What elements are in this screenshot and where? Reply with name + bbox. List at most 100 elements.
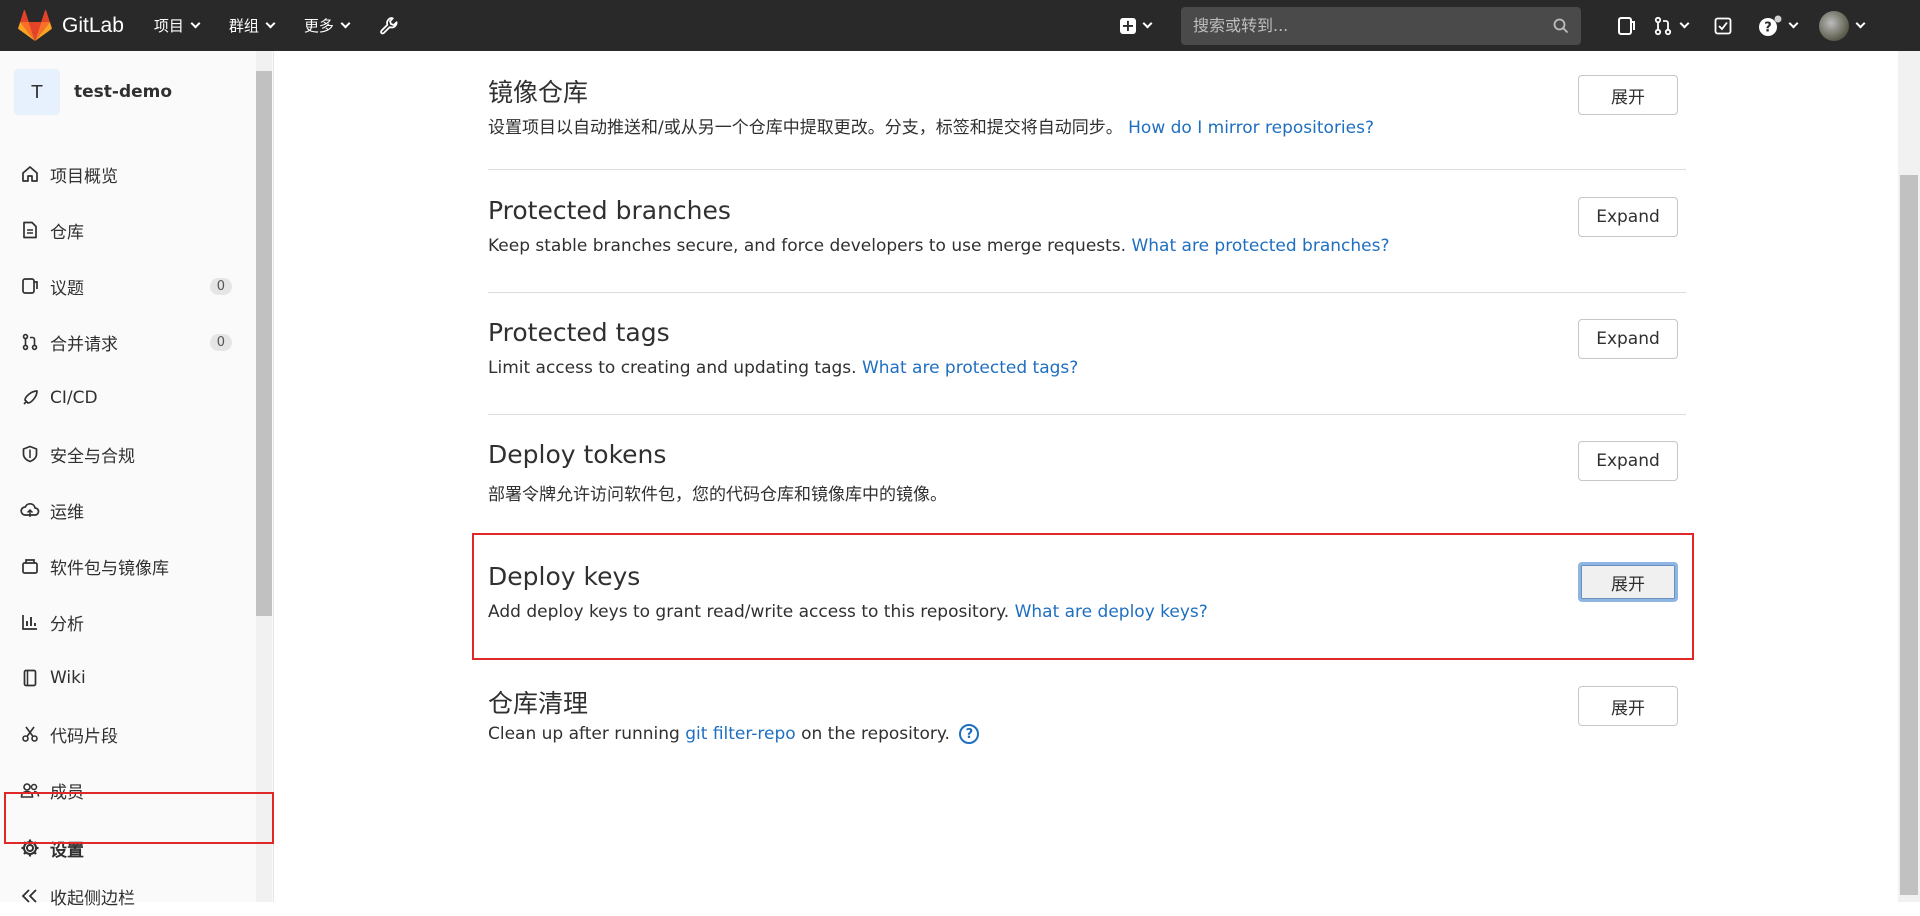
collapse-sidebar-button[interactable]: 收起侧边栏 xyxy=(0,876,254,916)
merge-requests-nav-icon[interactable] xyxy=(1653,16,1690,36)
search-input[interactable] xyxy=(1193,16,1553,35)
chevron-down-icon xyxy=(1788,18,1799,29)
sidebar-item-security[interactable]: 安全与合规 xyxy=(0,434,254,474)
sidebar-item-cicd[interactable]: CI/CD xyxy=(0,378,254,418)
sidebar-scrollbar-thumb[interactable] xyxy=(256,71,272,616)
chevron-down-icon xyxy=(265,18,276,29)
help-icon: ? xyxy=(1759,15,1782,36)
sidebar-item-label: Wiki xyxy=(50,668,86,688)
section-deploy-keys: Deploy keys Add deploy keys to grant rea… xyxy=(488,562,1686,659)
issues-nav-icon[interactable] xyxy=(1617,16,1635,36)
project-avatar: T xyxy=(14,69,60,115)
users-icon xyxy=(20,781,40,799)
sidebar-item-wiki[interactable]: Wiki xyxy=(0,658,254,698)
project-sidebar: T test-demo 项目概览 仓库 议题 0 合并请求 0 CI/CD 安全… xyxy=(0,51,274,909)
merge-request-icon xyxy=(20,333,40,351)
section-description: Add deploy keys to grant read/write acce… xyxy=(488,602,1208,622)
expand-button[interactable]: 展开 xyxy=(1578,686,1678,726)
issues-count-badge: 0 xyxy=(209,277,232,295)
sidebar-item-overview[interactable]: 项目概览 xyxy=(0,154,254,194)
sidebar-item-label: 项目概览 xyxy=(50,166,118,187)
avatar xyxy=(1819,10,1849,41)
section-title: Deploy keys xyxy=(488,562,641,591)
sidebar-item-label: CI/CD xyxy=(50,388,98,408)
expand-button[interactable]: 展开 xyxy=(1578,562,1678,602)
section-description-text: Keep stable branches secure, and force d… xyxy=(488,236,1132,256)
cloud-icon xyxy=(20,501,40,519)
sidebar-item-packages[interactable]: 软件包与镜像库 xyxy=(0,546,254,586)
section-description-text-after: on the repository. xyxy=(795,724,950,744)
menu-more-label: 更多 xyxy=(303,17,334,35)
sidebar-item-repository[interactable]: 仓库 xyxy=(0,210,254,250)
sidebar-item-label: 成员 xyxy=(50,782,84,803)
file-icon xyxy=(20,221,40,239)
section-title: 仓库清理 xyxy=(488,689,589,718)
sidebar-item-members[interactable]: 成员 xyxy=(0,770,254,810)
expand-button[interactable]: Expand xyxy=(1578,197,1678,237)
sidebar-item-label: 仓库 xyxy=(50,222,84,243)
sidebar-item-label: 议题 xyxy=(50,278,84,299)
scissors-icon xyxy=(20,725,40,743)
section-help-link[interactable]: How do I mirror repositories? xyxy=(1128,118,1374,138)
menu-projects[interactable]: 项目 xyxy=(154,15,201,36)
expand-button[interactable]: 展开 xyxy=(1578,75,1678,115)
menu-groups[interactable]: 群组 xyxy=(228,15,276,36)
section-description-text: Add deploy keys to grant read/write acce… xyxy=(488,602,1015,622)
project-header[interactable]: T test-demo xyxy=(0,51,273,119)
search-icon xyxy=(1553,18,1569,33)
section-help-link[interactable]: What are deploy keys? xyxy=(1015,602,1208,622)
merge-requests-count-badge: 0 xyxy=(209,333,232,351)
gitlab-fox-icon xyxy=(18,9,52,41)
section-title: Deploy tokens xyxy=(488,440,667,469)
sidebar-item-settings[interactable]: 设置 xyxy=(0,828,254,868)
sidebar-item-label: 设置 xyxy=(50,840,84,861)
section-protected-tags: Protected tags Limit access to creating … xyxy=(488,318,1686,415)
expand-button[interactable]: Expand xyxy=(1578,319,1678,359)
sidebar-item-snippets[interactable]: 代码片段 xyxy=(0,714,254,754)
section-protected-branches: Protected branches Keep stable branches … xyxy=(488,196,1686,293)
chevron-down-icon xyxy=(340,18,351,29)
menu-groups-label: 群组 xyxy=(228,17,259,35)
section-deploy-tokens: Deploy tokens 部署令牌允许访问软件包，您的代码仓库和镜像库中的镜像… xyxy=(488,440,1686,537)
new-item-dropdown[interactable]: + xyxy=(1120,15,1153,35)
section-description: Keep stable branches secure, and force d… xyxy=(488,236,1389,256)
sidebar-item-merge-requests[interactable]: 合并请求 0 xyxy=(0,322,254,362)
expand-button[interactable]: Expand xyxy=(1578,441,1678,481)
admin-wrench-icon[interactable] xyxy=(379,15,399,36)
issues-icon xyxy=(20,277,40,295)
sidebar-item-label: 分析 xyxy=(50,614,84,635)
section-description-text: Clean up after running xyxy=(488,724,686,744)
section-title: Protected branches xyxy=(488,196,731,225)
section-mirroring: 镜像仓库 设置项目以自动推送和/或从另一个仓库中提取更改。分支，标签和提交将自动… xyxy=(488,73,1686,170)
sidebar-item-issues[interactable]: 议题 0 xyxy=(0,266,254,306)
section-title: Protected tags xyxy=(488,318,670,347)
project-name: test-demo xyxy=(74,82,173,102)
user-menu[interactable] xyxy=(1819,10,1866,41)
section-help-link[interactable]: What are protected branches? xyxy=(1131,236,1389,256)
git-filter-repo-link[interactable]: git filter-repo xyxy=(685,724,795,744)
sidebar-item-analytics[interactable]: 分析 xyxy=(0,602,254,642)
gitlab-logo[interactable]: GitLab xyxy=(18,9,124,42)
section-description: Limit access to creating and updating ta… xyxy=(488,358,1078,378)
sidebar-item-label: 代码片段 xyxy=(50,726,118,747)
question-circle-icon[interactable]: ? xyxy=(959,724,980,744)
section-description-text: 设置项目以自动推送和/或从另一个仓库中提取更改。分支，标签和提交将自动同步。 xyxy=(488,118,1129,138)
brand-name: GitLab xyxy=(62,13,124,37)
chevron-down-icon xyxy=(1679,18,1690,29)
sidebar-item-label: 安全与合规 xyxy=(50,446,135,467)
svg-text:?: ? xyxy=(1764,20,1772,35)
section-help-link[interactable]: What are protected tags? xyxy=(862,358,1078,378)
main-content: 镜像仓库 设置项目以自动推送和/或从另一个仓库中提取更改。分支，标签和提交将自动… xyxy=(274,51,1900,902)
help-dropdown[interactable]: ? xyxy=(1758,15,1799,37)
todo-nav-icon[interactable] xyxy=(1714,17,1732,35)
section-description: 部署令牌允许访问软件包，您的代码仓库和镜像库中的镜像。 xyxy=(488,480,947,505)
sidebar-item-label: 运维 xyxy=(50,502,84,523)
chevron-down-icon xyxy=(1142,18,1153,29)
page-scrollbar-thumb[interactable] xyxy=(1900,175,1918,895)
sidebar-item-operations[interactable]: 运维 xyxy=(0,490,254,530)
search-box[interactable] xyxy=(1181,6,1581,45)
menu-more[interactable]: 更多 xyxy=(303,15,351,36)
section-description-text: Limit access to creating and updating ta… xyxy=(488,358,862,378)
sidebar-item-label: 合并请求 xyxy=(50,334,118,355)
plus-icon: + xyxy=(1120,15,1136,35)
